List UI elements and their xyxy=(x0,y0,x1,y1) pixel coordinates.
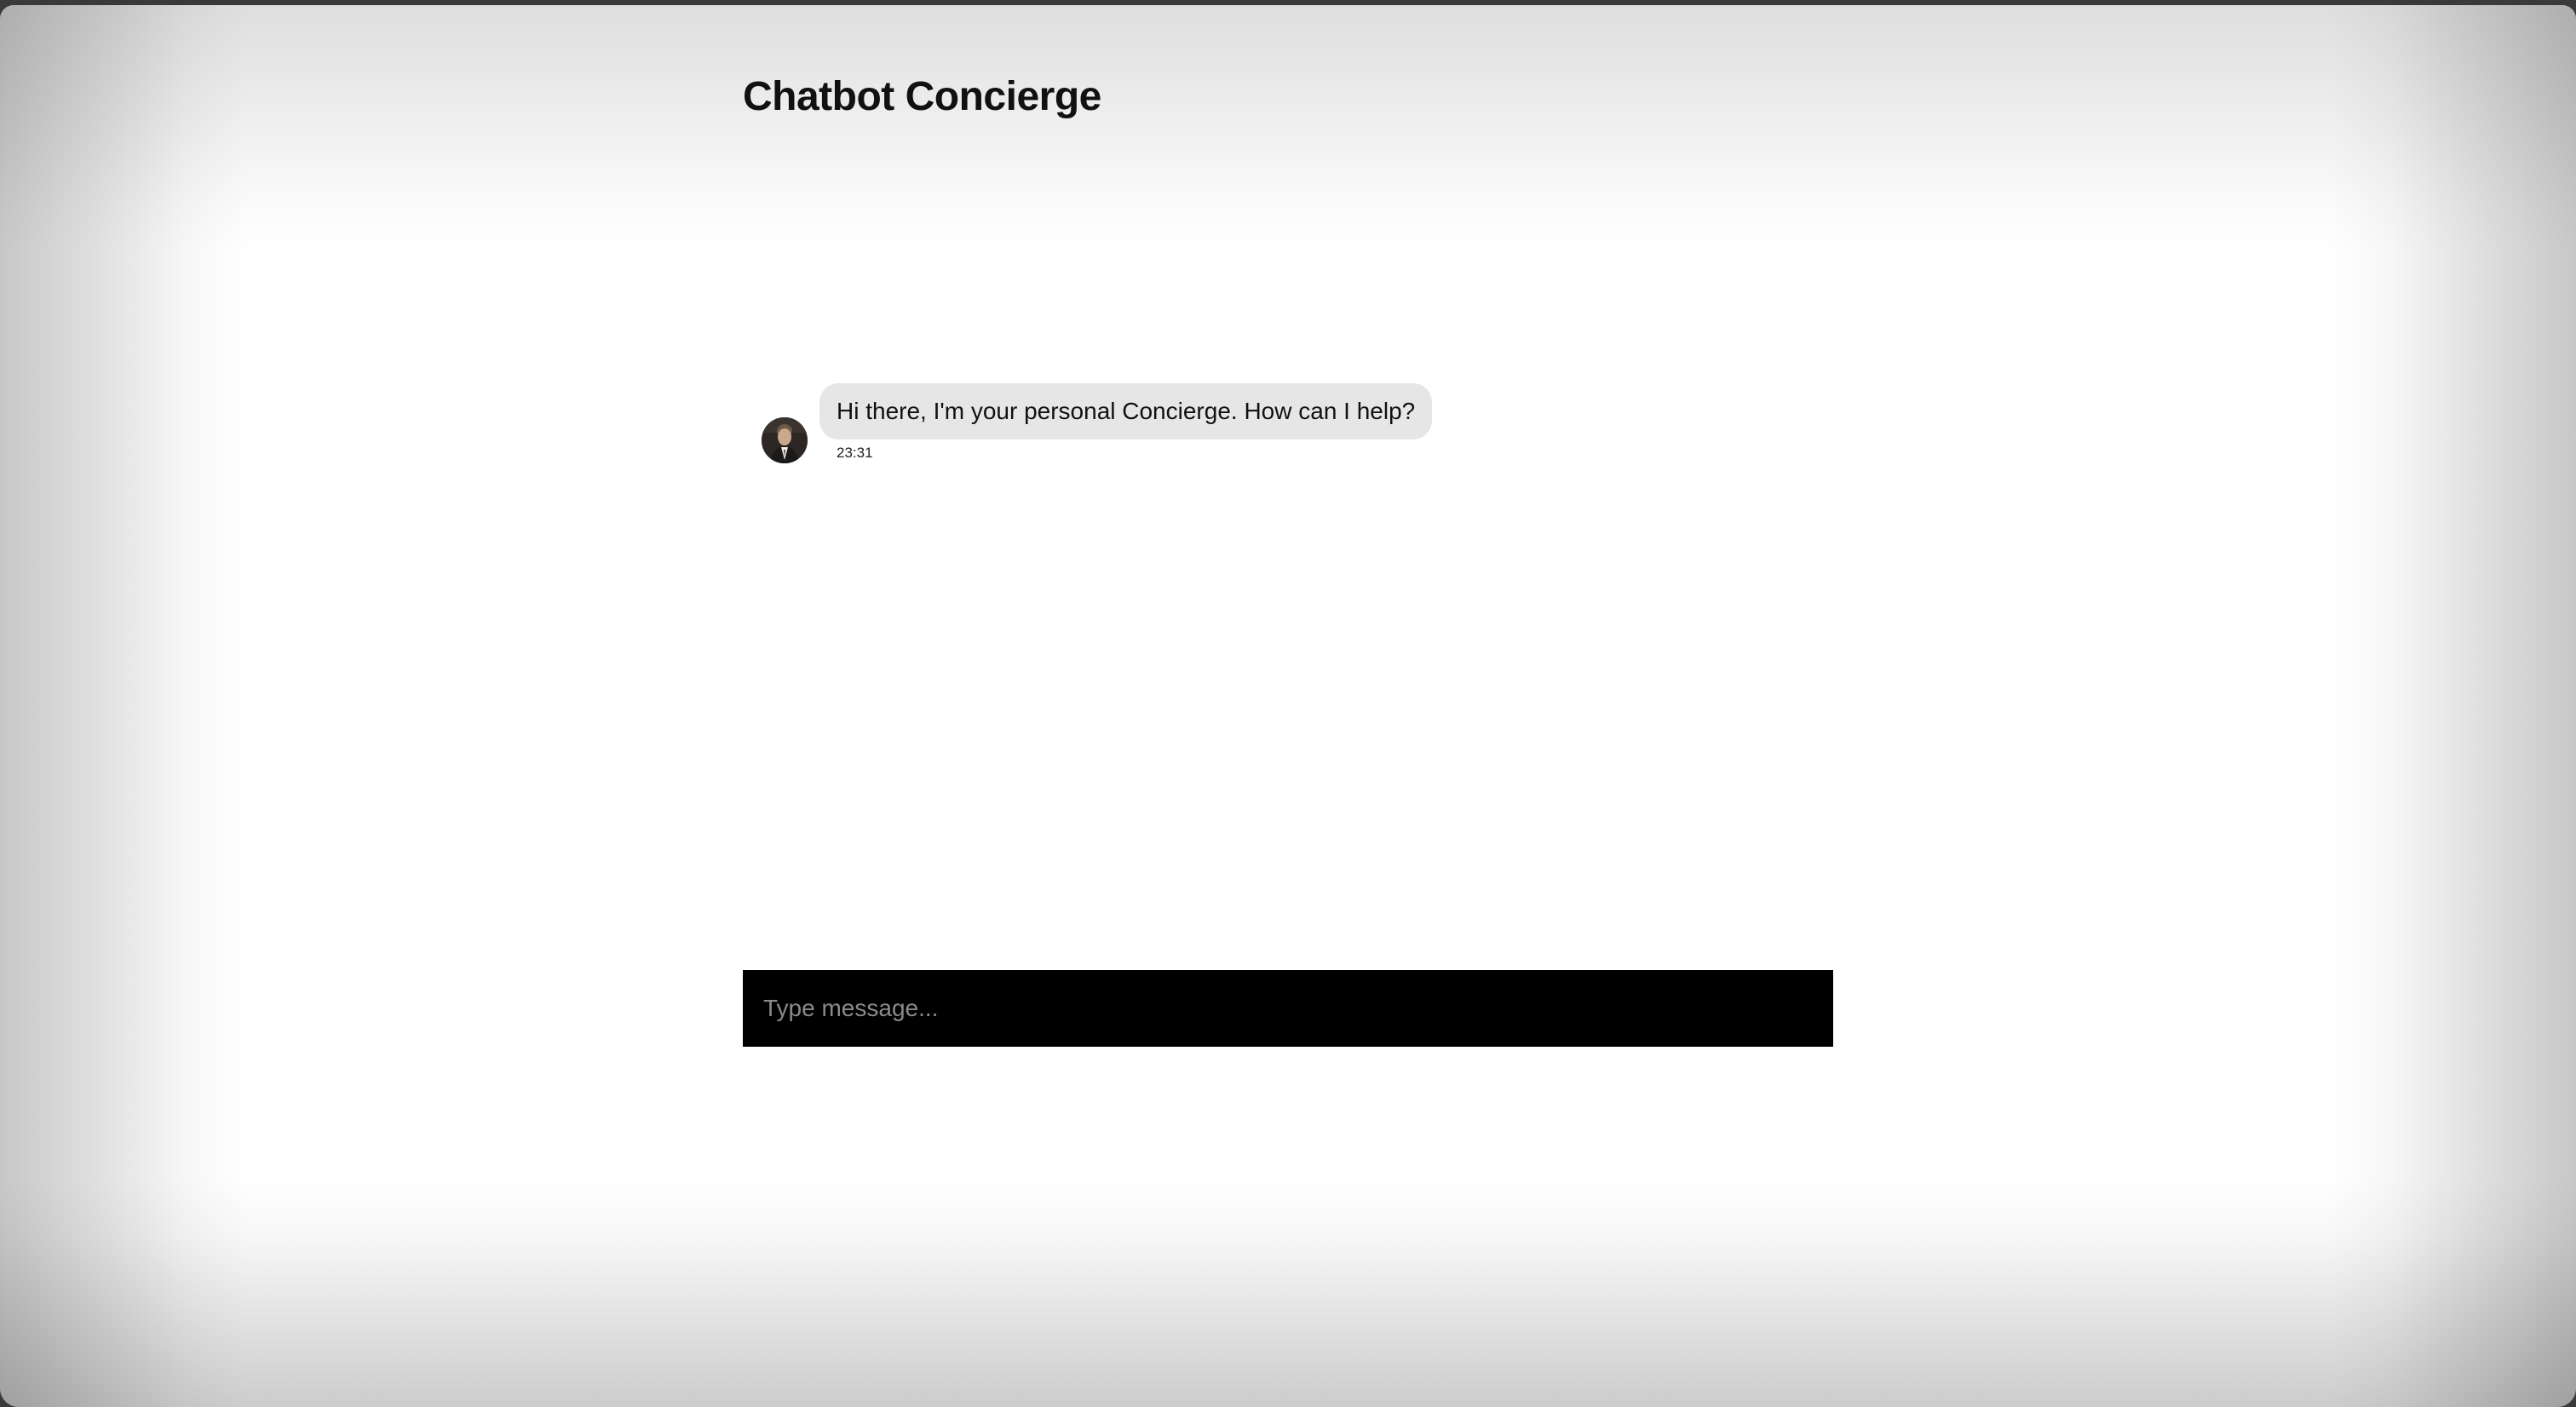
app-window: Chatbot Concierge Hi there, I'm your per… xyxy=(0,5,2576,1407)
message-bubble: Hi there, I'm your personal Concierge. H… xyxy=(819,383,1433,439)
window-vignette xyxy=(0,5,2576,1407)
message-composer xyxy=(743,970,1833,1047)
chat-message: Hi there, I'm your personal Concierge. H… xyxy=(762,383,1528,468)
message-input[interactable] xyxy=(743,970,1833,1047)
page-title: Chatbot Concierge xyxy=(743,74,1101,119)
message-timestamp: 23:31 xyxy=(837,445,873,461)
concierge-avatar-icon xyxy=(762,417,808,463)
